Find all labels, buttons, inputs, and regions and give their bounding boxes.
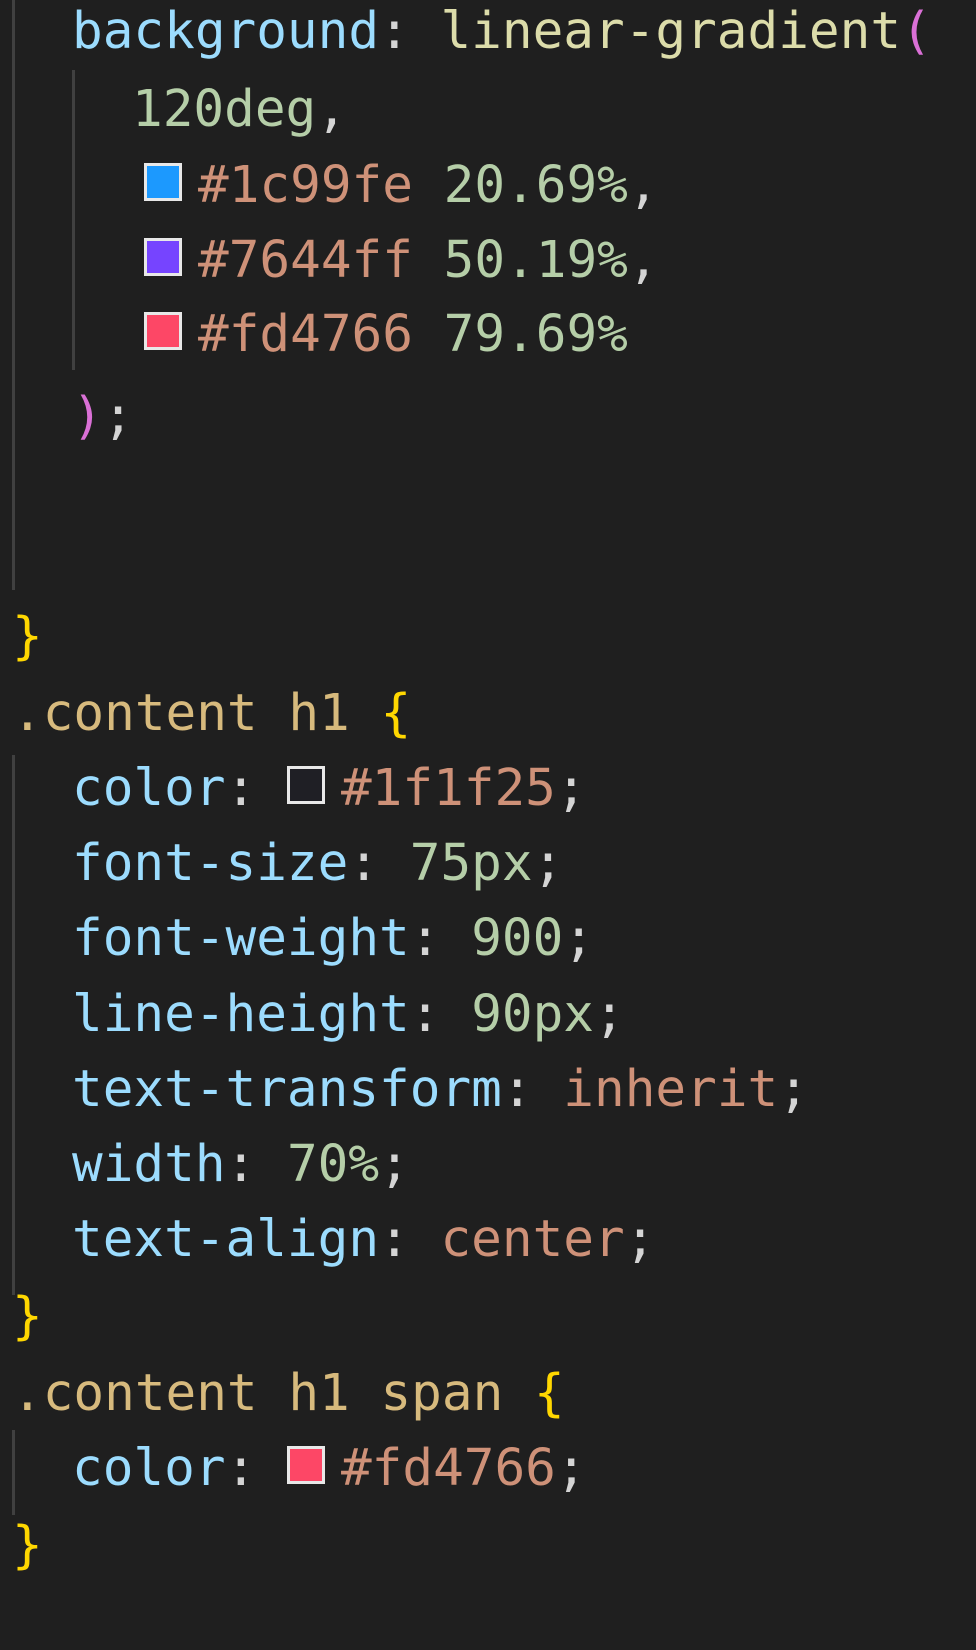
code-line: .content h1 span { xyxy=(12,1355,565,1433)
css-property: text-align xyxy=(72,1210,380,1269)
css-colon: : xyxy=(225,1439,287,1498)
color-swatch-icon[interactable] xyxy=(144,238,182,276)
css-number: 79.69% xyxy=(443,305,628,364)
css-color-value: #fd4766 xyxy=(340,1439,556,1498)
code-line: color: #1f1f25; xyxy=(72,750,587,828)
css-colon: : xyxy=(379,1210,441,1269)
css-color-value: #1f1f25 xyxy=(340,759,556,818)
indent-guide xyxy=(12,0,15,590)
css-color-value: #7644ff xyxy=(198,231,413,290)
code-line: text-align: center; xyxy=(72,1201,655,1279)
css-number: 75px xyxy=(409,834,533,893)
css-keyword-value: inherit xyxy=(563,1060,779,1119)
css-property: color xyxy=(72,1439,226,1498)
css-colon: : xyxy=(225,759,287,818)
css-number: 50.19% xyxy=(443,231,628,290)
code-line: .content h1 { xyxy=(12,675,411,753)
css-colon: : xyxy=(501,1060,564,1119)
css-paren: ( xyxy=(901,2,932,61)
code-line: 120deg, xyxy=(132,71,347,149)
code-line: } xyxy=(12,1278,43,1356)
code-line: width: 70%; xyxy=(72,1126,410,1204)
color-swatch-icon[interactable] xyxy=(286,766,325,804)
css-comma: , xyxy=(627,231,659,290)
css-brace: { xyxy=(380,684,412,743)
css-number: 120deg xyxy=(132,80,317,139)
css-property: line-height xyxy=(72,985,410,1044)
css-property: font-size xyxy=(72,834,349,893)
code-line: #7644ff 50.19%, xyxy=(144,222,659,300)
css-number: 900 xyxy=(471,909,564,968)
css-number: 70% xyxy=(286,1135,380,1194)
css-function: linear-gradient xyxy=(440,2,902,61)
css-semicolon: ; xyxy=(555,759,587,818)
css-selector: .content h1 span xyxy=(12,1364,504,1423)
css-brace: } xyxy=(12,1287,43,1346)
css-semicolon: ; xyxy=(102,387,134,446)
css-brace: } xyxy=(12,1516,43,1575)
indent-guide xyxy=(72,70,75,370)
color-swatch-icon[interactable] xyxy=(144,312,182,350)
code-line: font-size: 75px; xyxy=(72,825,563,903)
color-swatch-icon[interactable] xyxy=(286,1446,325,1484)
indent-guide xyxy=(12,755,15,1295)
css-semicolon: ; xyxy=(379,1135,410,1194)
css-colon: : xyxy=(409,909,472,968)
css-property: text-transform xyxy=(72,1060,502,1119)
code-line: } xyxy=(12,598,43,676)
css-selector: .content h1 xyxy=(12,684,350,743)
code-editor[interactable]: background: linear-gradient( 120deg, #1c… xyxy=(0,0,976,1650)
color-swatch-icon[interactable] xyxy=(144,163,182,201)
css-property: width xyxy=(72,1135,226,1194)
indent-guide xyxy=(12,1430,15,1515)
css-property: color xyxy=(72,759,226,818)
code-line: text-transform: inherit; xyxy=(72,1051,809,1129)
css-semicolon: ; xyxy=(532,834,564,893)
code-line: line-height: 90px; xyxy=(72,976,625,1054)
code-line: font-weight: 900; xyxy=(72,900,594,978)
code-line: ); xyxy=(72,378,133,456)
css-brace: { xyxy=(534,1364,565,1423)
code-line: } xyxy=(12,1507,43,1585)
css-semicolon: ; xyxy=(563,909,595,968)
code-line: #fd4766 79.69% xyxy=(144,296,628,374)
css-property: background xyxy=(72,2,380,61)
code-line: background: linear-gradient( xyxy=(72,0,932,71)
css-property: font-weight xyxy=(72,909,410,968)
css-semicolon: ; xyxy=(555,1439,587,1498)
css-comma: , xyxy=(627,156,659,215)
css-color-value: #1c99fe xyxy=(198,156,413,215)
code-line: color: #fd4766; xyxy=(72,1430,587,1508)
css-colon: : xyxy=(348,834,410,893)
css-colon: : xyxy=(409,985,472,1044)
css-color-value: #fd4766 xyxy=(198,305,413,364)
css-paren: ) xyxy=(72,387,103,446)
css-number: 90px xyxy=(471,985,595,1044)
code-line: #1c99fe 20.69%, xyxy=(144,147,659,225)
css-colon: : xyxy=(379,2,441,61)
css-semicolon: ; xyxy=(624,1210,656,1269)
css-semicolon: ; xyxy=(594,985,625,1044)
css-number: 20.69% xyxy=(443,156,628,215)
css-comma: , xyxy=(316,80,347,139)
css-colon: : xyxy=(225,1135,287,1194)
css-brace: } xyxy=(12,607,43,666)
css-semicolon: ; xyxy=(778,1060,809,1119)
css-keyword-value: center xyxy=(440,1210,625,1269)
